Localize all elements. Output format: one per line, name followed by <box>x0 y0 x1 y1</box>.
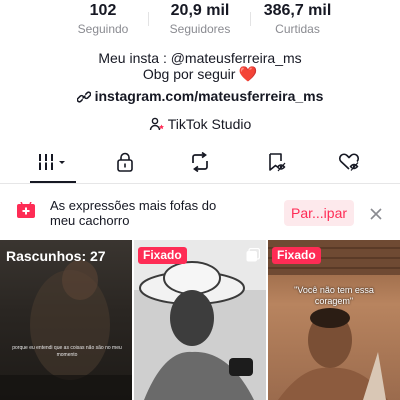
tiktok-studio-icon <box>149 116 165 136</box>
pinned-video-2-thumbnail <box>268 240 400 400</box>
likes-label: Curtidas <box>275 22 320 36</box>
tab-videos[interactable] <box>36 152 70 176</box>
grid-bars-icon <box>37 153 69 176</box>
bio-line-2: Obg por seguir ❤️ <box>0 65 400 84</box>
tiktok-studio-label: TikTok Studio <box>167 116 252 132</box>
stat-divider <box>250 12 251 26</box>
banner-text: As expressões mais fofas do meu cachorro <box>50 198 217 228</box>
profile-tabs <box>0 146 400 184</box>
bio-line-2-text: Obg por seguir <box>142 66 236 82</box>
following-count: 102 <box>89 2 117 19</box>
video-caption: "Você não tem essa coragem" <box>294 285 374 306</box>
profile-stats: 102 Seguindo 20,9 mil Seguidores 386,7 m… <box>0 0 400 40</box>
pinned-video-1[interactable]: Fixado <box>134 240 266 400</box>
video-grid: Rascunhos: 27 porque eu entendi que as c… <box>0 240 400 400</box>
pinned-badge: Fixado <box>272 247 321 264</box>
link-text: instagram.com/mateusferreira_ms <box>94 88 324 104</box>
tiktok-studio-button[interactable]: TikTok Studio <box>0 115 400 136</box>
likes-stat[interactable]: 386,7 mil Curtidas <box>255 0 340 36</box>
drafts-caption: porque eu entendi que as coisas não são … <box>12 345 122 358</box>
tab-private[interactable] <box>110 152 140 176</box>
following-stat[interactable]: 102 Seguindo <box>70 0 136 36</box>
following-label: Seguindo <box>77 22 129 36</box>
challenge-banner: As expressões mais fofas do meu cachorro… <box>0 193 400 233</box>
followers-count: 20,9 mil <box>170 2 230 19</box>
participate-button[interactable]: Par...ipar <box>284 200 354 226</box>
followers-label: Seguidores <box>169 22 231 36</box>
photo-carousel-icon <box>246 247 261 267</box>
lock-icon <box>116 152 134 177</box>
stat-divider <box>148 12 149 26</box>
close-icon[interactable] <box>366 204 386 224</box>
pinned-badge: Fixado <box>138 247 187 264</box>
likes-count: 386,7 mil <box>263 2 332 19</box>
followers-stat[interactable]: 20,9 mil Seguidores <box>160 0 240 36</box>
link-icon <box>76 90 91 108</box>
heart-eye-icon <box>338 152 362 177</box>
tab-saved[interactable] <box>262 152 292 176</box>
video-plus-icon <box>15 201 37 220</box>
tab-reposts[interactable] <box>185 151 215 177</box>
drafts-tile[interactable]: Rascunhos: 27 porque eu entendi que as c… <box>0 240 132 400</box>
drafts-thumbnail <box>0 260 132 400</box>
drafts-label: Rascunhos: 27 <box>6 248 106 264</box>
pinned-video-2[interactable]: Fixado "Você não tem essa coragem" <box>268 240 400 400</box>
bookmark-eye-icon <box>266 152 288 177</box>
repost-icon <box>189 151 211 177</box>
heart-emoji: ❤️ <box>238 66 258 83</box>
tab-liked[interactable] <box>335 152 365 176</box>
profile-link[interactable]: instagram.com/mateusferreira_ms <box>0 87 400 108</box>
active-tab-indicator <box>30 181 76 183</box>
